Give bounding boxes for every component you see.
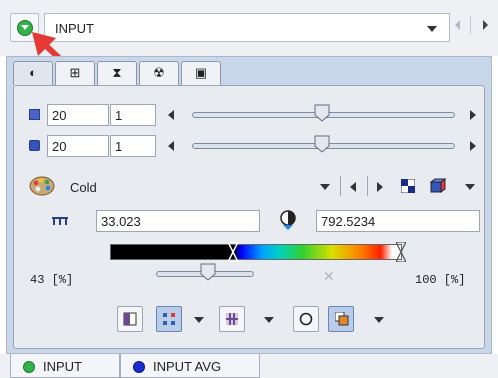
series-selector-value: INPUT [55,21,94,36]
hash-grid-icon [226,313,238,325]
grid-overlay-caret-icon[interactable] [264,317,274,323]
slice-decrement-button[interactable] [168,110,174,120]
overlay-settings-button[interactable] [328,306,354,332]
lut-dropdown-caret-icon[interactable] [320,184,330,190]
chevron-down-icon [17,20,33,36]
half-square-icon [123,312,137,326]
frame-step-field[interactable]: 1 [110,135,156,157]
palette-icon[interactable] [29,175,55,197]
frame-decrement-button[interactable] [168,141,174,151]
lut-divider-2 [367,176,368,196]
slice-increment-button[interactable] [470,110,476,120]
top-bar: INPUT [0,0,498,56]
hourglass-icon: ⧗ [112,65,122,80]
circle-outline-icon [299,312,313,326]
dropdown-caret-icon [427,26,437,32]
lower-threshold-thumb[interactable] [200,263,216,281]
lut-next-button[interactable] [377,182,383,192]
slice-step-field[interactable]: 1 [110,104,156,126]
roi-circle-button[interactable] [293,306,319,332]
contrast-icon: ◐ [29,65,37,80]
color-cube-icon[interactable] [430,178,446,194]
lut-upper-marker[interactable] [396,242,406,262]
lut-lower-marker[interactable] [228,242,238,262]
next-series-button[interactable] [483,20,488,30]
slice-plane-icon [29,109,40,120]
frame-cube-icon [29,140,40,151]
save-icon: ▣ [194,65,208,80]
previous-series-button[interactable] [455,20,460,30]
tab-input[interactable]: INPUT [10,354,120,378]
tab-cine[interactable]: ⧗ [97,61,137,85]
tab-radiation[interactable]: ☢ [139,61,179,85]
tab-input-avg[interactable]: INPUT AVG [120,354,260,378]
control-panel: ◐ ⊞ ⧗ ☢ ▣ [6,56,492,354]
dots-grid-icon [163,313,175,325]
tab-contrast[interactable]: ◐ [13,61,53,85]
invert-lut-button[interactable] [117,306,143,332]
color-lut-bar[interactable] [110,244,402,260]
lut-max-field[interactable]: 792.5234 [316,210,480,232]
checkerboard-icon[interactable] [401,179,415,193]
frame-index-field[interactable]: 20 [47,135,109,157]
blue-dot-icon [133,361,145,373]
bottom-tab-bar: INPUT INPUT AVG [0,354,498,378]
collapse-toggle-button[interactable] [10,13,39,42]
close-icon[interactable]: ✕ [323,268,335,285]
lut-name: Cold [70,180,97,195]
upper-percent-label: 100 [%] [415,273,466,287]
radiation-icon: ☢ [153,65,165,80]
tab-layout[interactable]: ⊞ [55,61,95,85]
lower-percent-label: 43 [%] [30,273,74,287]
lut-divider [340,176,341,196]
nav-divider [470,16,471,34]
grid-icon: ⊞ [69,65,81,80]
tab-input-avg-label: INPUT AVG [153,359,222,374]
slice-index-field[interactable]: 20 [47,104,109,126]
range-bars-icon [52,217,68,225]
color-options-caret-icon[interactable] [465,184,475,190]
dots-mode-button[interactable] [156,306,182,332]
tab-input-label: INPUT [43,359,82,374]
lut-previous-button[interactable] [350,182,356,192]
green-dot-icon [23,361,35,373]
frame-slider-thumb[interactable] [314,135,330,153]
frame-increment-button[interactable] [470,141,476,151]
series-selector[interactable]: INPUT [44,13,450,42]
auto-range-icon[interactable] [278,209,298,231]
slice-slider-thumb[interactable] [314,104,330,122]
lut-min-field[interactable]: 33.023 [96,210,260,232]
tab-save[interactable]: ▣ [181,61,221,85]
overlay-layers-icon [335,312,349,326]
grid-overlay-button[interactable] [219,306,245,332]
overlay-settings-caret-icon[interactable] [374,317,384,323]
dots-mode-caret-icon[interactable] [194,317,204,323]
